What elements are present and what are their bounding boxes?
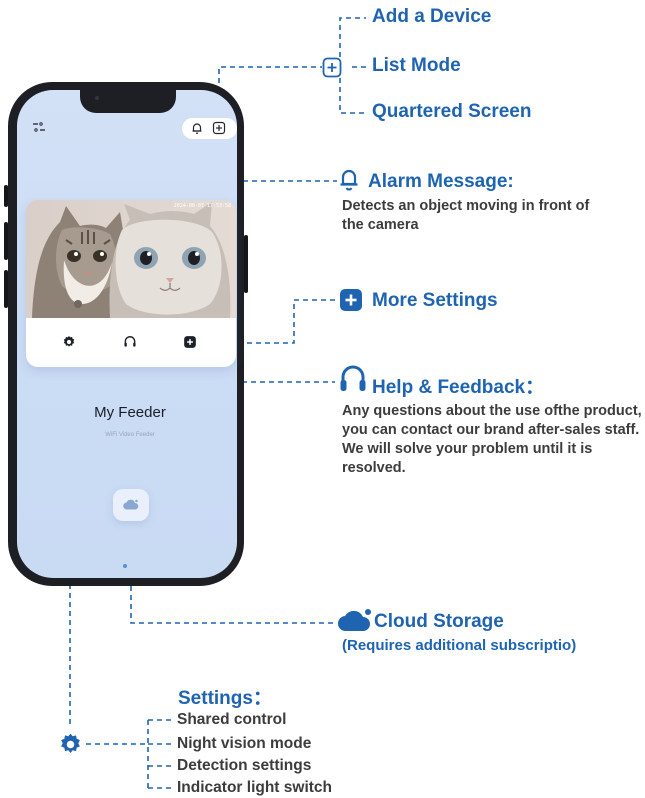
power-button bbox=[244, 235, 248, 293]
settings-item-detection: Detection settings bbox=[177, 757, 312, 774]
device-subtitle: WiFi Video Feeder bbox=[105, 432, 155, 438]
quartered-screen-label: Quartered Screen bbox=[372, 101, 532, 122]
settings-item-shared-control: Shared control bbox=[177, 711, 287, 728]
side-button bbox=[4, 270, 8, 308]
plus-square-icon[interactable] bbox=[212, 121, 226, 135]
alarm-message-description: Detects an object moving in front of the… bbox=[342, 198, 590, 233]
list-mode-label: List Mode bbox=[372, 55, 461, 76]
cloud-icon bbox=[123, 499, 139, 510]
cloud-icon bbox=[338, 609, 371, 632]
menu-icon[interactable] bbox=[32, 121, 46, 133]
headset-icon[interactable] bbox=[123, 335, 137, 349]
side-button bbox=[4, 185, 8, 207]
feed-timestamp: 2024-08-07 17:53:58 bbox=[173, 203, 231, 209]
more-settings-icon[interactable] bbox=[183, 335, 197, 349]
settings-item-indicator-light: Indicator light switch bbox=[177, 779, 333, 796]
help-feedback-description: Any questions about the use ofthe produc… bbox=[342, 403, 642, 476]
more-settings-label: More Settings bbox=[372, 290, 498, 311]
settings-label: Settings： bbox=[178, 688, 272, 709]
connector-add-device bbox=[339, 17, 366, 57]
camera-feed-image[interactable] bbox=[26, 200, 236, 318]
device-card[interactable]: 2024-08-07 17:53:58 bbox=[26, 200, 236, 367]
gear-icon bbox=[61, 733, 80, 753]
cloud-storage-button[interactable] bbox=[113, 489, 149, 521]
bell-icon[interactable] bbox=[190, 121, 204, 135]
notch bbox=[80, 87, 176, 113]
alarm-message-label: Alarm Message: bbox=[368, 171, 514, 192]
plus-square-icon bbox=[322, 57, 342, 78]
add-device-label: Add a Device bbox=[372, 6, 492, 27]
headset-icon bbox=[340, 365, 366, 391]
page-indicator bbox=[123, 564, 127, 568]
more-settings-icon bbox=[340, 289, 362, 311]
bell-icon bbox=[340, 169, 358, 191]
side-button bbox=[4, 222, 8, 260]
front-camera bbox=[95, 96, 99, 100]
cloud-storage-note: (Requires additional subscriptio) bbox=[342, 637, 577, 654]
connector-quartered bbox=[339, 78, 366, 114]
settings-item-night-vision: Night vision mode bbox=[177, 735, 312, 752]
cloud-storage-label: Cloud Storage bbox=[374, 611, 504, 632]
help-feedback-label: Help & Feedback： bbox=[372, 377, 545, 398]
device-name: My Feeder bbox=[94, 404, 166, 421]
gear-icon[interactable] bbox=[62, 335, 76, 349]
